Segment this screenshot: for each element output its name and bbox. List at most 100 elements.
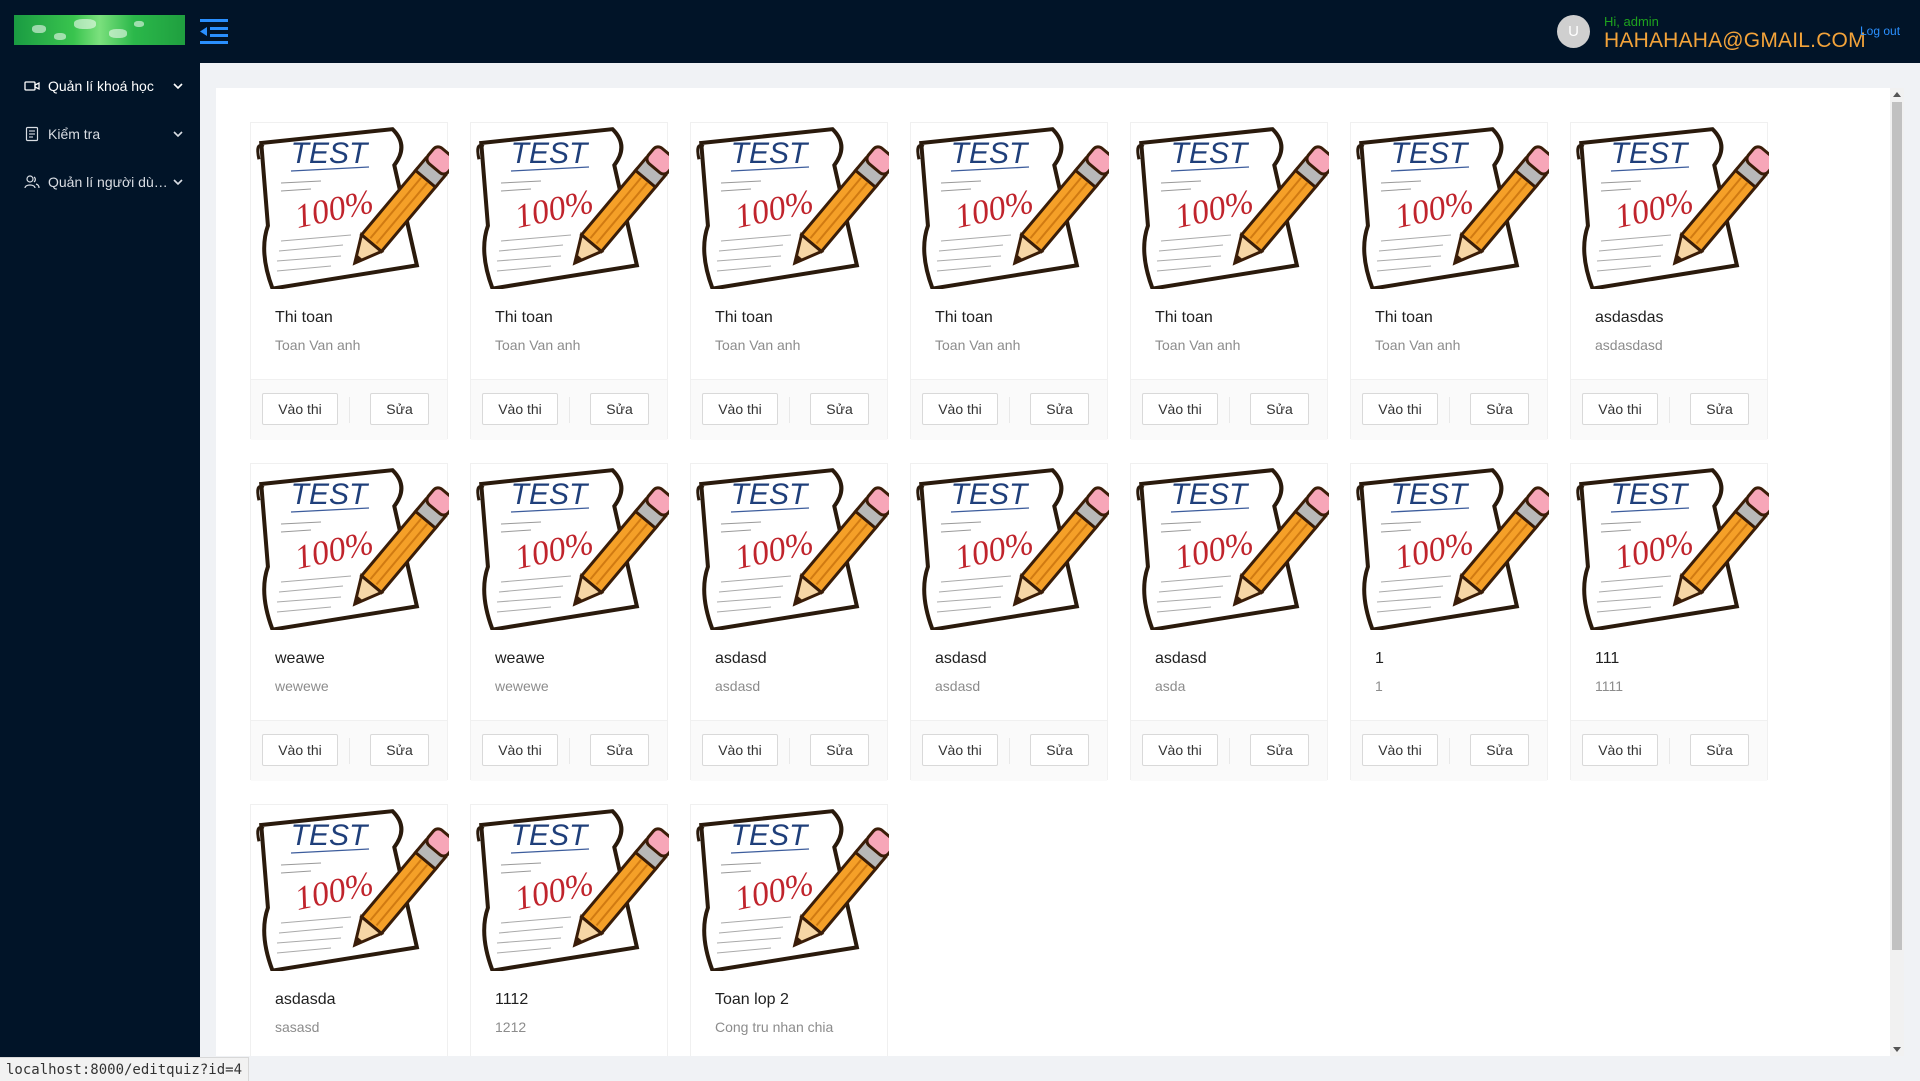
card-actions: Vào thi Sửa xyxy=(471,720,667,781)
edit-quiz-button[interactable]: Sửa xyxy=(1250,734,1309,766)
quiz-card[interactable]: TEST 100% Thi toan Toan Van anh Vào thi xyxy=(470,122,669,440)
logo-image[interactable] xyxy=(14,15,185,45)
chevron-down-icon xyxy=(173,179,183,186)
quiz-card[interactable]: TEST 100% 111 1111 Vào thi Sửa xyxy=(1570,463,1769,781)
edit-quiz-button[interactable]: Sửa xyxy=(370,393,429,425)
edit-quiz-button[interactable]: Sửa xyxy=(1030,393,1089,425)
quiz-card[interactable]: TEST 100% 1 1 Vào thi Sửa xyxy=(1350,463,1549,781)
enter-quiz-button[interactable]: Vào thi xyxy=(262,734,338,766)
edit-quiz-button[interactable]: Sửa xyxy=(810,734,869,766)
card-actions: Vào thi Sửa xyxy=(471,379,667,440)
scrollbar-thumb[interactable] xyxy=(1892,102,1902,950)
sidebar-item-user-management[interactable]: Quản lí người dùng xyxy=(0,159,200,205)
edit-quiz-button[interactable]: Sửa xyxy=(590,393,649,425)
enter-quiz-button[interactable]: Vào thi xyxy=(1142,393,1218,425)
test-paper-image: TEST 100% xyxy=(476,809,669,971)
actions-divider xyxy=(1009,738,1010,764)
scroll-down-arrow-icon[interactable] xyxy=(1893,1047,1901,1052)
actions-divider xyxy=(349,738,350,764)
actions-divider xyxy=(569,738,570,764)
edit-quiz-button[interactable]: Sửa xyxy=(1690,393,1749,425)
quiz-card[interactable]: TEST 100% asdasd asdasd Vào thi Sửa xyxy=(910,463,1109,781)
users-icon xyxy=(24,175,40,189)
quiz-title: Toan lop 2 xyxy=(715,991,789,1008)
enter-quiz-button[interactable]: Vào thi xyxy=(1582,734,1658,766)
actions-divider xyxy=(1229,738,1230,764)
card-actions: Vào thi Sửa xyxy=(1571,720,1767,781)
edit-quiz-button[interactable]: Sửa xyxy=(1470,734,1529,766)
edit-quiz-button[interactable]: Sửa xyxy=(1470,393,1529,425)
quiz-card[interactable]: TEST 100% Thi toan Toan Van anh Vào thi xyxy=(1130,122,1329,440)
quiz-grid-container: TEST 100% Thi toan Toan Van anh Vào thi xyxy=(216,88,1890,1056)
chevron-down-icon xyxy=(173,83,183,90)
enter-quiz-button[interactable]: Vào thi xyxy=(1582,393,1658,425)
test-heading-text: TEST xyxy=(1611,478,1690,511)
enter-quiz-button[interactable]: Vào thi xyxy=(482,393,558,425)
actions-divider xyxy=(1229,397,1230,423)
top-header: U Hi, admin HAHAHAHA@GMAIL.COM Log out xyxy=(0,0,1920,63)
actions-divider xyxy=(569,397,570,423)
edit-quiz-button[interactable]: Sửa xyxy=(1690,734,1749,766)
quiz-card[interactable]: TEST 100% Thi toan Toan Van anh Vào thi xyxy=(690,122,889,440)
document-list-icon xyxy=(25,126,39,142)
quiz-card[interactable]: TEST 100% Thi toan Toan Van anh Vào thi xyxy=(1350,122,1549,440)
enter-quiz-button[interactable]: Vào thi xyxy=(1362,734,1438,766)
quiz-description: Cong tru nhan chia xyxy=(715,1019,834,1035)
greeting-text: Hi, admin xyxy=(1604,14,1659,29)
quiz-title: asdasdas xyxy=(1595,309,1664,326)
enter-quiz-button[interactable]: Vào thi xyxy=(1362,393,1438,425)
sidebar-item-label: Quản lí khoá học xyxy=(48,78,154,94)
enter-quiz-button[interactable]: Vào thi xyxy=(702,734,778,766)
edit-quiz-button[interactable]: Sửa xyxy=(1030,734,1089,766)
quiz-card[interactable]: TEST 100% Thi toan Toan Van anh Vào thi xyxy=(250,122,449,440)
quiz-card[interactable]: TEST 100% Toan lop 2 Cong tru nhan chia … xyxy=(690,804,889,1056)
enter-quiz-button[interactable]: Vào thi xyxy=(702,393,778,425)
test-heading-text: TEST xyxy=(511,137,590,170)
actions-divider xyxy=(1449,738,1450,764)
quiz-description: Toan Van anh xyxy=(935,337,1021,353)
enter-quiz-button[interactable]: Vào thi xyxy=(922,393,998,425)
edit-quiz-button[interactable]: Sửa xyxy=(590,734,649,766)
quiz-card[interactable]: TEST 100% asdasdas asdasdasd Vào thi Sửa xyxy=(1570,122,1769,440)
test-paper-image: TEST 100% xyxy=(1136,127,1329,289)
avatar[interactable]: U xyxy=(1557,15,1590,48)
test-paper-image: TEST 100% xyxy=(476,468,669,630)
quiz-title: 1112 xyxy=(495,991,529,1008)
quiz-description: Toan Van anh xyxy=(275,337,361,353)
edit-quiz-button[interactable]: Sửa xyxy=(1250,393,1309,425)
quiz-card[interactable]: TEST 100% weawe wewewe Vào thi Sửa xyxy=(250,463,449,781)
card-actions: Vào thi Sửa xyxy=(251,720,447,781)
sidebar: Quản lí khoá học Kiểm tra Quản lí người … xyxy=(0,63,200,1080)
quiz-title: weawe xyxy=(275,650,325,667)
quiz-card[interactable]: TEST 100% weawe wewewe Vào thi Sửa xyxy=(470,463,669,781)
card-actions: Vào thi Sửa xyxy=(911,720,1107,781)
edit-quiz-button[interactable]: Sửa xyxy=(370,734,429,766)
chevron-down-icon xyxy=(173,131,183,138)
quiz-description: 1212 xyxy=(495,1019,527,1035)
enter-quiz-button[interactable]: Vào thi xyxy=(922,734,998,766)
quiz-card[interactable]: TEST 100% asdasd asda Vào thi Sửa xyxy=(1130,463,1329,781)
scrollbar[interactable] xyxy=(1890,88,1904,1056)
enter-quiz-button[interactable]: Vào thi xyxy=(1142,734,1218,766)
enter-quiz-button[interactable]: Vào thi xyxy=(482,734,558,766)
test-heading-text: TEST xyxy=(291,478,370,511)
logout-link[interactable]: Log out xyxy=(1860,24,1900,38)
card-actions: Vào thi Sửa xyxy=(251,379,447,440)
sidebar-item-tests[interactable]: Kiểm tra xyxy=(0,111,200,157)
quiz-card[interactable]: TEST 100% asdasda sasasd Vào thi xyxy=(250,804,449,1056)
quiz-card[interactable]: TEST 100% Thi toan Toan Van anh Vào thi xyxy=(910,122,1109,440)
quiz-description: asda xyxy=(1155,678,1186,694)
quiz-title: weawe xyxy=(495,650,545,667)
actions-divider xyxy=(349,397,350,423)
edit-quiz-button[interactable]: Sửa xyxy=(810,393,869,425)
quiz-card[interactable]: TEST 100% 1112 1212 Vào thi Sửa xyxy=(470,804,669,1056)
menu-fold-icon[interactable] xyxy=(198,16,232,46)
quiz-title: Thi toan xyxy=(1155,309,1213,326)
sidebar-item-course-management[interactable]: Quản lí khoá học xyxy=(0,63,200,109)
enter-quiz-button[interactable]: Vào thi xyxy=(262,393,338,425)
scroll-up-arrow-icon[interactable] xyxy=(1893,92,1901,97)
quiz-card[interactable]: TEST 100% asdasd asdasd Vào thi Sửa xyxy=(690,463,889,781)
card-actions: Vào thi Sửa xyxy=(1351,379,1547,440)
quiz-description: asdasd xyxy=(715,678,761,694)
quiz-description: 1 xyxy=(1375,678,1383,694)
